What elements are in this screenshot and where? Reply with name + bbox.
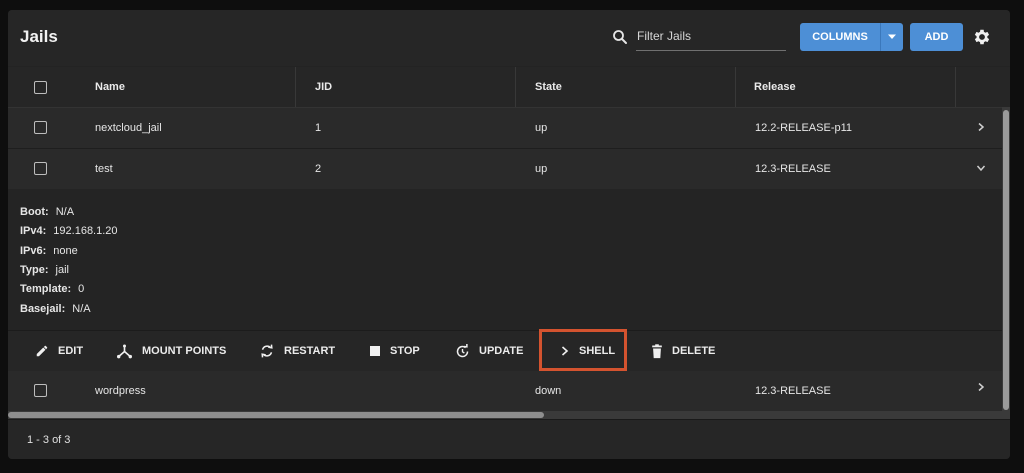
restart-label: RESTART (284, 345, 336, 357)
detail-basejail: Basejail: N/A (20, 303, 91, 315)
detail-label: Type: (20, 264, 49, 276)
detail-boot: Boot: N/A (20, 206, 74, 218)
column-divider (295, 67, 296, 107)
delete-button[interactable]: DELETE (651, 331, 715, 371)
detail-value: 0 (78, 283, 85, 295)
detail-label: Basejail: (20, 303, 66, 315)
cell-state: up (535, 163, 548, 175)
column-divider (515, 67, 516, 107)
cell-jid: 1 (315, 122, 322, 134)
detail-value: N/A (72, 303, 91, 315)
stop-label: STOP (390, 345, 420, 357)
detail-label: IPv6: (20, 245, 47, 257)
table-row[interactable]: nextcloud_jail 1 up 12.2-RELEASE-p11 (8, 108, 1002, 149)
restart-icon (261, 344, 273, 358)
table-footer: 1 - 3 of 3 (8, 419, 1010, 459)
column-divider (955, 67, 956, 107)
row-checkbox[interactable] (34, 121, 47, 134)
search-icon (613, 30, 627, 44)
cell-release: 12.3-RELEASE (755, 385, 831, 397)
column-divider (735, 67, 736, 107)
delete-label: DELETE (672, 345, 716, 357)
table-header: Name JID State Release (8, 67, 1010, 108)
stop-icon (370, 346, 380, 356)
detail-value: 192.168.1.20 (53, 225, 118, 237)
update-icon (456, 343, 469, 357)
pencil-icon (36, 345, 48, 357)
update-label: UPDATE (479, 345, 524, 357)
edit-button[interactable]: EDIT (35, 331, 83, 371)
detail-value: jail (55, 264, 69, 276)
cell-name: test (95, 163, 113, 175)
row-checkbox[interactable] (34, 384, 47, 397)
columns-button-label: COLUMNS (812, 31, 868, 43)
chevron-right-icon[interactable] (976, 382, 986, 392)
detail-ipv4: IPv4: 192.168.1.20 (20, 225, 118, 237)
filter-jails-input[interactable] (636, 25, 786, 51)
detail-template: Template: 0 (20, 283, 84, 295)
jails-card: Jails COLUMNS ADD Name JID State Release (8, 10, 1010, 459)
page-title: Jails (20, 27, 58, 46)
restart-button[interactable]: RESTART (259, 331, 335, 371)
stop-button[interactable]: STOP (369, 331, 420, 371)
select-all-checkbox[interactable] (34, 81, 47, 94)
caret-down-icon[interactable] (881, 34, 903, 40)
table-row[interactable]: wordpress down 12.3-RELEASE (8, 371, 1002, 412)
mount-points-button[interactable]: MOUNT POINTS (116, 331, 226, 371)
vertical-scrollbar-thumb[interactable] (1003, 110, 1009, 410)
cell-name: wordpress (95, 385, 146, 397)
row-checkbox[interactable] (34, 162, 47, 175)
cell-state: down (535, 385, 562, 397)
pagination-range: 1 - 3 of 3 (27, 434, 71, 446)
update-button[interactable]: UPDATE (455, 331, 523, 371)
column-header-jid[interactable]: JID (315, 81, 332, 93)
edit-label: EDIT (58, 345, 84, 357)
chevron-down-icon[interactable] (976, 163, 986, 173)
add-button[interactable]: ADD (910, 23, 963, 51)
cell-release: 12.2-RELEASE-p11 (755, 122, 853, 134)
detail-ipv6: IPv6: none (20, 245, 78, 257)
detail-label: Template: (20, 283, 72, 295)
horizontal-scrollbar-thumb[interactable] (8, 412, 544, 418)
chevron-right-icon[interactable] (976, 122, 986, 132)
toolbar: Jails COLUMNS ADD (8, 10, 1010, 66)
table-row[interactable]: test 2 up 12.3-RELEASE (8, 149, 1002, 190)
cell-name: nextcloud_jail (95, 122, 162, 134)
columns-button[interactable]: COLUMNS (800, 23, 903, 51)
detail-value: N/A (55, 206, 75, 218)
detail-type: Type: jail (20, 264, 69, 276)
detail-label: Boot: (20, 206, 49, 218)
mount-points-icon (117, 344, 132, 358)
column-header-name[interactable]: Name (95, 81, 125, 93)
column-header-state[interactable]: State (535, 81, 562, 93)
shell-highlight-box (539, 329, 627, 371)
app-frame: Jails COLUMNS ADD Name JID State Release (0, 0, 1024, 473)
cell-state: up (535, 122, 548, 134)
jail-actions-bar: EDIT MOUNT POINTS RESTART STOP UPDATE SH… (8, 330, 1002, 371)
trash-icon (652, 343, 662, 358)
cell-jid: 2 (315, 163, 322, 175)
detail-label: IPv4: (20, 225, 47, 237)
detail-value: none (53, 245, 78, 257)
jail-detail-panel: Boot: N/A IPv4: 192.168.1.20 IPv6: none Typ… (8, 189, 1002, 330)
mount-points-label: MOUNT POINTS (142, 345, 227, 357)
gear-icon[interactable] (972, 27, 992, 47)
cell-release: 12.3-RELEASE (755, 163, 831, 175)
column-header-release[interactable]: Release (754, 81, 796, 93)
